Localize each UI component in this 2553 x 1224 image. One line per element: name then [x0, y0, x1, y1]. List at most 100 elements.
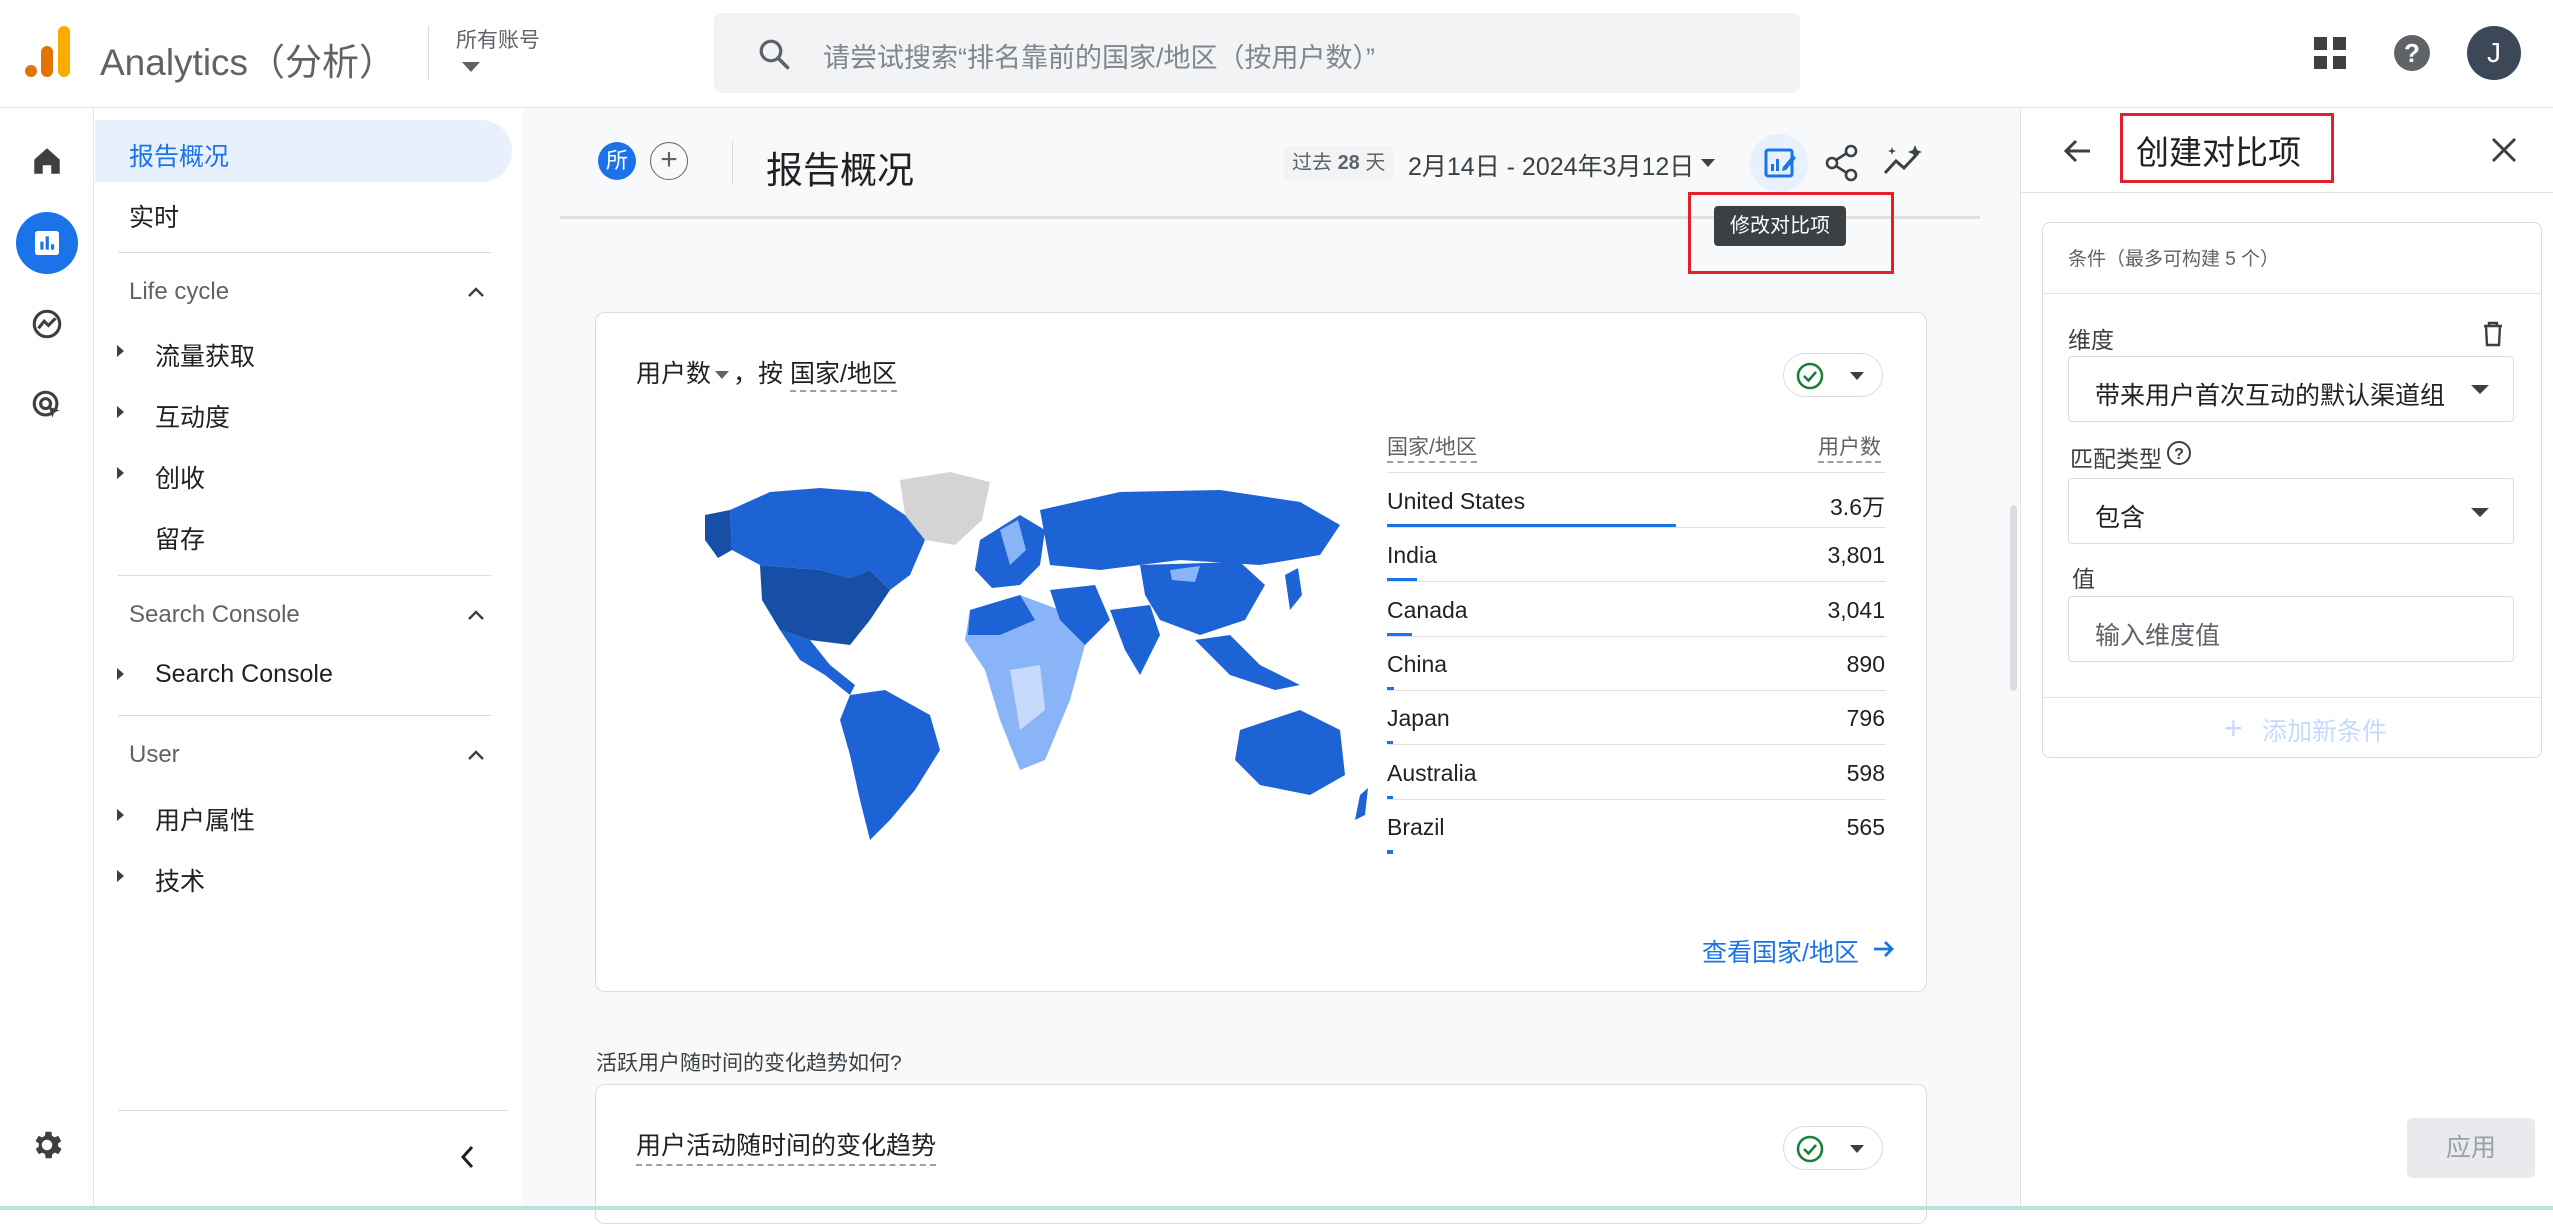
table-divider: [1387, 635, 1886, 637]
divider: [118, 252, 491, 253]
map-region-india: [1110, 605, 1160, 675]
share-icon[interactable]: [1824, 143, 1860, 183]
reports-icon[interactable]: [16, 212, 78, 274]
svg-text:?: ?: [2404, 38, 2420, 68]
comparison-badge[interactable]: 所: [598, 142, 636, 180]
back-arrow-icon[interactable]: [2060, 133, 2096, 169]
dropdown-icon[interactable]: [1850, 1145, 1864, 1153]
date-range-chip[interactable]: 过去 28 天: [1284, 146, 1394, 180]
country-users-value: 890: [1846, 650, 1885, 677]
add-icon[interactable]: +: [2224, 712, 2243, 744]
card-title[interactable]: 用户活动随时间的变化趋势: [636, 1126, 937, 1166]
expand-arrow-icon[interactable]: [117, 406, 124, 418]
delete-icon[interactable]: [2480, 320, 2506, 348]
date-range-text[interactable]: 2月14日 - 2024年3月12日: [1408, 147, 1694, 183]
bottom-border: [0, 1206, 2553, 1210]
section-search-console[interactable]: Search Console: [129, 601, 300, 629]
map-region-china: [1140, 562, 1265, 635]
table-divider: [1387, 798, 1886, 800]
table-divider: [1387, 689, 1886, 691]
sidebar-item-search-console[interactable]: Search Console: [155, 660, 333, 689]
icon-rail: [0, 108, 94, 1210]
map-region-russia: [1040, 490, 1340, 570]
chevron-up-icon[interactable]: [464, 604, 488, 628]
expand-arrow-icon[interactable]: [117, 870, 124, 882]
dimension-label: 维度: [2068, 327, 2114, 353]
map-region-alaska: [705, 510, 732, 558]
expand-arrow-icon[interactable]: [117, 668, 124, 680]
apply-button[interactable]: 应用: [2407, 1118, 2535, 1178]
country-name: India: [1387, 542, 1437, 569]
range-prefix: 过去: [1292, 152, 1332, 174]
sidebar-item-user-attributes[interactable]: 用户属性: [155, 801, 255, 837]
help-icon[interactable]: ?: [2392, 33, 2432, 73]
add-condition-button[interactable]: 添加新条件: [2262, 712, 2387, 748]
dropdown-icon[interactable]: [2471, 508, 2489, 517]
card-status-chip[interactable]: [1783, 353, 1883, 397]
sidebar-item-realtime[interactable]: 实时: [129, 198, 179, 234]
dropdown-icon[interactable]: [1850, 372, 1864, 380]
sidebar-item-acquisition[interactable]: 流量获取: [155, 337, 255, 373]
world-map[interactable]: [700, 470, 1370, 850]
dimension-select-value[interactable]: 带来用户首次互动的默认渠道组: [2095, 376, 2445, 412]
page-title: 报告概况: [766, 150, 914, 191]
dimension-selector[interactable]: 国家/地区: [789, 360, 897, 392]
card-title-by: ，按: [733, 360, 784, 388]
divider: [2021, 192, 2553, 193]
edit-comparison-button[interactable]: [1750, 134, 1808, 192]
sidebar-item-retention[interactable]: 留存: [155, 520, 205, 556]
chevron-up-icon[interactable]: [464, 744, 488, 768]
search-icon: [759, 39, 790, 70]
dimension-value-placeholder[interactable]: 输入维度值: [2095, 616, 2220, 652]
sidebar-item-monetization[interactable]: 创收: [155, 459, 205, 495]
help-outline-icon[interactable]: ?: [2166, 440, 2192, 466]
section-question: 活跃用户随时间的变化趋势如何?: [596, 1052, 902, 1075]
account-selector-label[interactable]: 所有账号: [456, 24, 540, 54]
column-header-users[interactable]: 用户数: [1818, 431, 1881, 463]
collapse-sidebar-icon[interactable]: [456, 1142, 480, 1172]
avatar[interactable]: J: [2467, 26, 2521, 80]
sidebar-item-engagement[interactable]: 互动度: [155, 398, 230, 434]
explore-icon[interactable]: [16, 293, 78, 355]
range-days: 28: [1337, 152, 1360, 174]
date-range-dropdown-icon[interactable]: [1701, 159, 1715, 167]
section-user[interactable]: User: [129, 741, 180, 769]
divider: [2043, 293, 2541, 294]
divider: [118, 575, 491, 576]
insights-icon[interactable]: [1882, 143, 1924, 183]
dropdown-icon[interactable]: [2471, 385, 2489, 394]
card-status-chip[interactable]: [1783, 1126, 1883, 1170]
view-countries-link[interactable]: 查看国家/地区: [1702, 933, 1859, 969]
expand-arrow-icon[interactable]: [117, 467, 124, 479]
scrollbar[interactable]: [2010, 505, 2017, 691]
map-region-southeast-asia: [1195, 635, 1300, 690]
close-icon[interactable]: [2488, 134, 2520, 166]
expand-arrow-icon[interactable]: [117, 809, 124, 821]
column-header-country[interactable]: 国家/地区: [1387, 431, 1477, 463]
analytics-logo[interactable]: [24, 26, 72, 78]
arrow-right-icon[interactable]: [1870, 935, 1898, 963]
settings-gear-icon[interactable]: [16, 1114, 78, 1176]
match-type-value[interactable]: 包含: [2095, 498, 2145, 534]
metric-selector[interactable]: 用户数: [636, 360, 711, 388]
apps-grid-icon[interactable]: [2313, 36, 2347, 70]
sidebar-item-tech[interactable]: 技术: [155, 862, 205, 898]
divider: [118, 1110, 508, 1111]
section-lifecycle[interactable]: Life cycle: [129, 278, 229, 306]
sidebar-item-reports-snapshot[interactable]: 报告概况: [129, 137, 229, 173]
advertising-icon[interactable]: [16, 374, 78, 436]
country-name: Canada: [1387, 596, 1468, 623]
expand-arrow-icon[interactable]: [117, 345, 124, 357]
add-comparison-button[interactable]: +: [650, 142, 688, 180]
table-divider: [1387, 472, 1886, 473]
home-icon[interactable]: [16, 130, 78, 192]
card-title[interactable]: 用户数 ，按 国家/地区: [636, 354, 897, 392]
svg-text:?: ?: [2174, 446, 2184, 463]
dropdown-icon[interactable]: [715, 371, 730, 380]
divider: [118, 715, 491, 716]
search-placeholder[interactable]: 请尝试搜索“排名靠前的国家/地区（按用户数）”: [823, 36, 1375, 75]
highlight-box: [2120, 113, 2334, 183]
country-users-value: 3,041: [1827, 596, 1885, 623]
chevron-up-icon[interactable]: [464, 281, 488, 305]
account-dropdown-icon[interactable]: [462, 62, 480, 72]
